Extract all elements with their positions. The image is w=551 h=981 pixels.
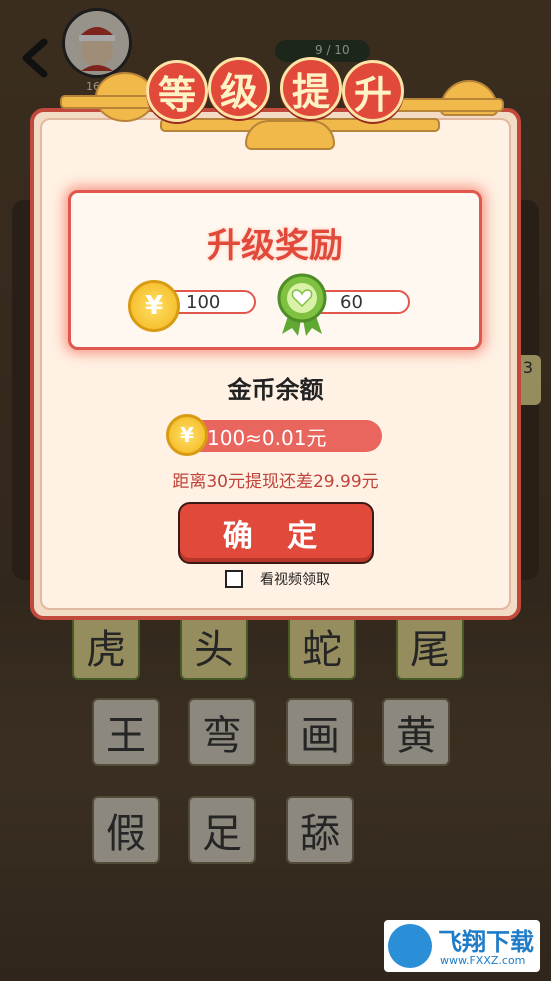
watermark-logo: 飞翔下载 www.FXXZ.com: [384, 920, 540, 972]
title-char: 提: [280, 57, 342, 119]
heart-medal-icon: [272, 272, 332, 338]
watch-video-checkbox[interactable]: [225, 570, 243, 588]
watermark-brand: 飞翔下载: [438, 928, 534, 956]
coin-icon: ¥: [128, 280, 180, 332]
cloud-decoration: [245, 120, 335, 150]
withdraw-distance-text: 距离30元提现还差29.99元: [172, 472, 379, 492]
coin-icon: ¥: [166, 414, 208, 456]
confirm-button[interactable]: 确 定: [178, 502, 374, 564]
title-char: 级: [208, 57, 270, 119]
reward-title: 升级奖励: [207, 226, 343, 266]
watermark-bird-icon: [388, 924, 432, 968]
title-char: 等: [146, 60, 208, 122]
watermark-url: www.FXXZ.com: [440, 954, 526, 967]
ribbon-decoration: [60, 95, 154, 109]
balance-title: 金币余额: [227, 376, 324, 404]
balance-bar: 100≈0.01元: [185, 420, 382, 452]
title-char: 升: [342, 60, 404, 122]
watch-video-label[interactable]: 看视频领取: [260, 569, 330, 589]
balance-value: 100≈0.01元: [207, 425, 327, 450]
